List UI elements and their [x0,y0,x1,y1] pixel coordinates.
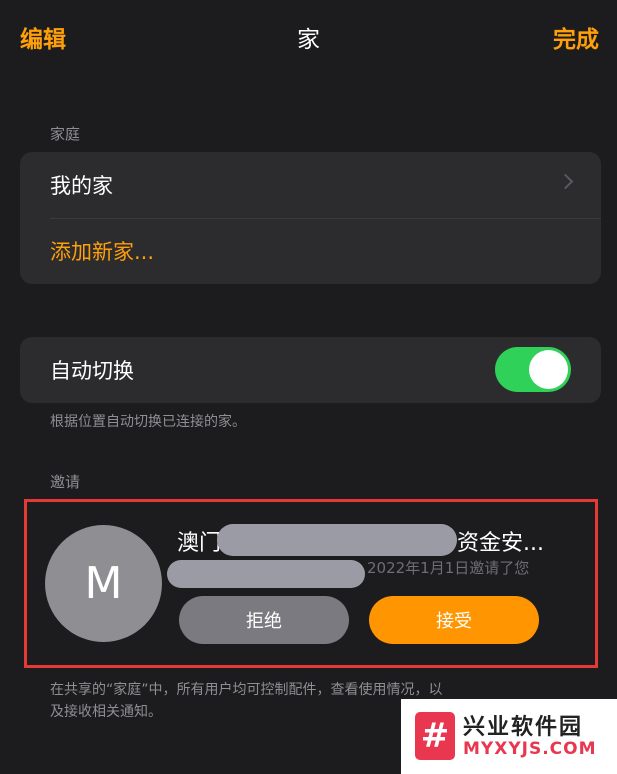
watermark-subtitle: MYXYJS.COM [463,739,597,759]
homes-group: 我的家 添加新家... [20,152,601,284]
inviter-name-end: 资金安... [457,531,544,556]
decline-button[interactable]: 拒绝 [179,596,349,644]
home-name: 我的家 [50,174,113,198]
watermark-logo-icon: # [415,712,455,760]
page-title: 家 [297,27,320,53]
auto-switch-label: 自动切换 [50,359,134,383]
watermark: # 兴业软件园 MYXYJS.COM [401,699,617,774]
add-home-button[interactable]: 添加新家... [20,218,601,284]
avatar: M [45,525,162,642]
auto-switch-group: 自动切换 [20,337,601,403]
invitation-card: M 澳门 资金安... 2022年1月1日邀请了您 拒绝 接受 [24,499,598,668]
sharing-footnote: 在共享的“家庭”中，所有用户均可控制配件，查看使用情况，以 及接收相关通知。 [50,679,443,723]
homes-section-label: 家庭 [50,125,81,143]
inviter-name-start: 澳门 [177,531,222,556]
navigation-bar: 编辑 家 完成 [0,0,617,80]
watermark-title: 兴业软件园 [463,715,584,740]
chevron-right-icon [557,173,574,190]
auto-switch-toggle[interactable] [495,347,571,392]
accept-button[interactable]: 接受 [369,596,539,644]
toggle-knob [529,350,568,389]
invitations-section-label: 邀请 [50,473,81,491]
avatar-initial: M [84,558,123,609]
home-row-my-home[interactable]: 我的家 [20,152,601,218]
invitation-date: 2022年1月1日邀请了您 [367,559,530,577]
auto-switch-row: 自动切换 [20,337,601,403]
redacted-name-block [217,524,457,556]
done-button[interactable]: 完成 [553,20,599,54]
auto-switch-footnote: 根据位置自动切换已连接的家。 [50,414,246,430]
redacted-email-block [167,560,365,588]
sharing-footnote-line1: 在共享的“家庭”中，所有用户均可控制配件，查看使用情况，以 [50,682,443,698]
sharing-footnote-line2: 及接收相关通知。 [50,704,162,720]
add-home-label: 添加新家... [50,240,155,264]
